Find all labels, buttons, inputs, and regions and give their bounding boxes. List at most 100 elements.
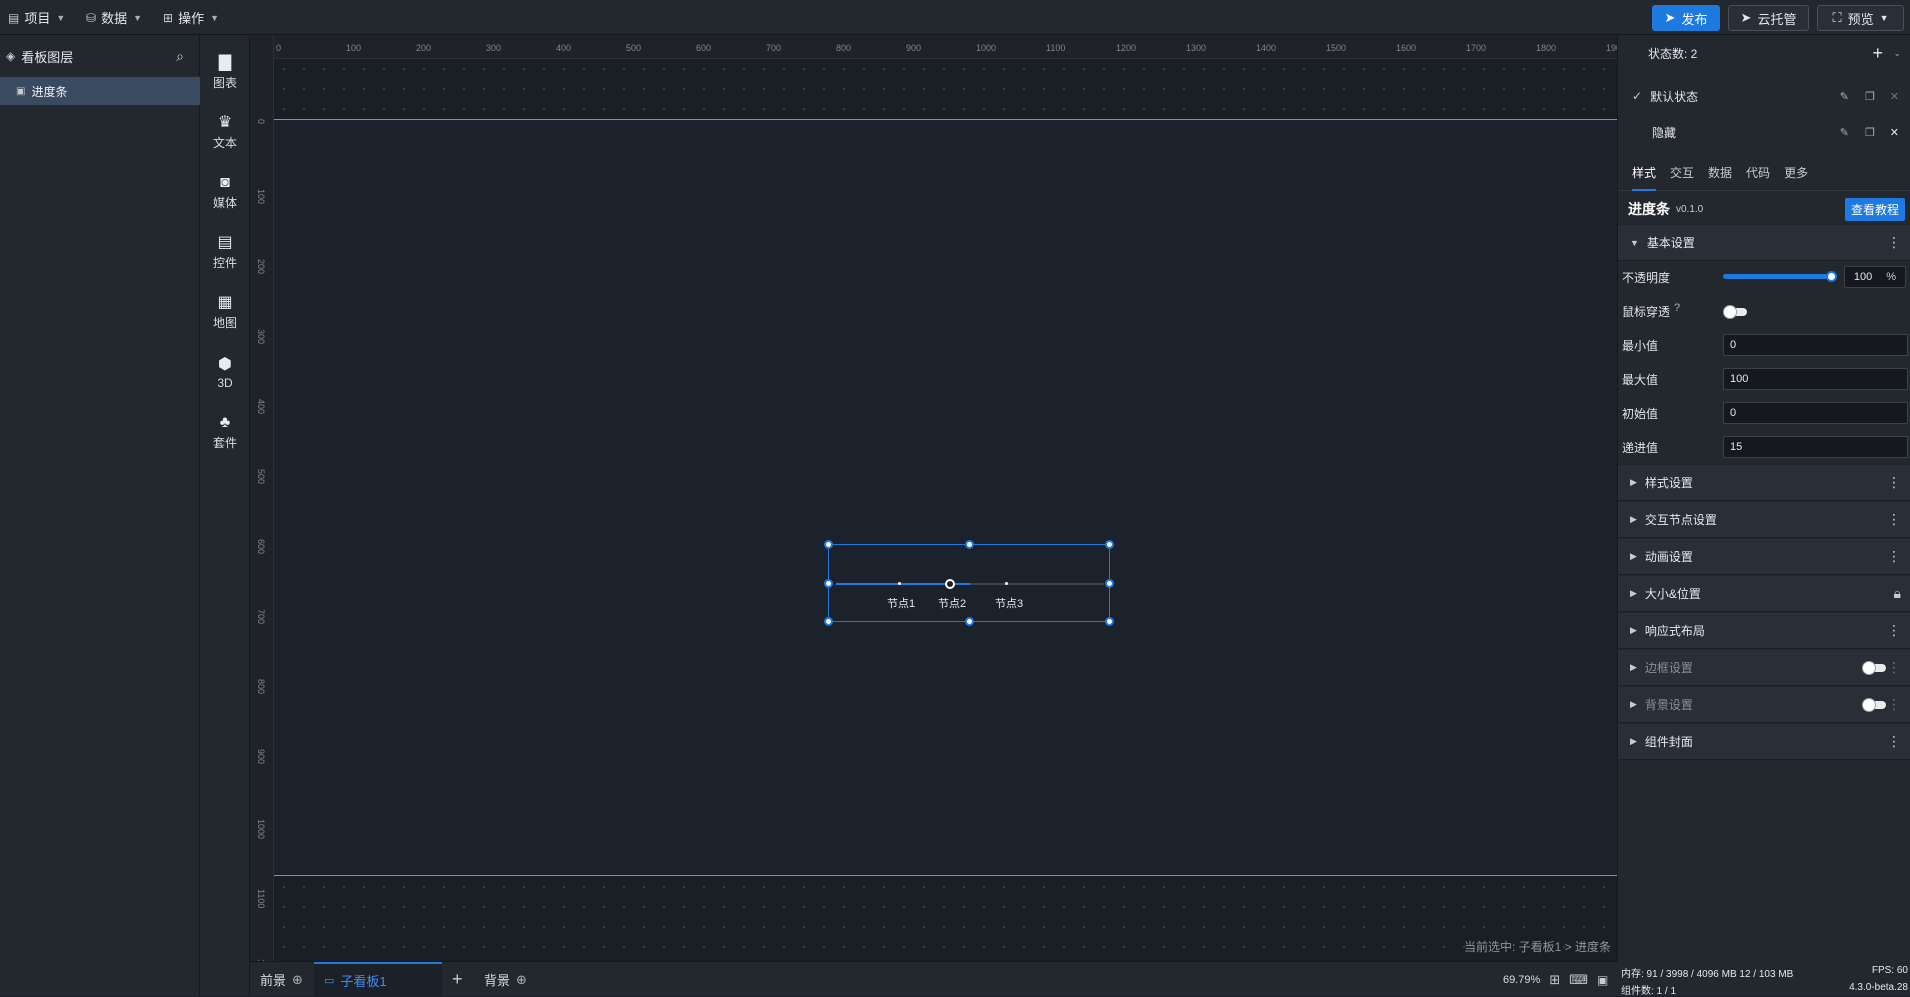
chevron-down-icon[interactable]: ⌄: [1893, 48, 1901, 59]
edit-icon[interactable]: ✎: [1840, 126, 1849, 139]
border-toggle[interactable]: [1862, 661, 1886, 675]
more-vertical-icon[interactable]: ⋮: [1887, 234, 1901, 251]
mouse-through-toggle[interactable]: [1723, 305, 1747, 319]
tutorial-button[interactable]: 查看教程: [1844, 197, 1905, 221]
state-hidden[interactable]: 隐藏 ✎ ❐ ✕: [1618, 117, 1910, 147]
cloud-hosting-label: 云托管: [1757, 11, 1797, 27]
section-responsive[interactable]: ▶ 响应式布局 ⋮: [1618, 613, 1910, 649]
media-icon: ◙: [220, 174, 230, 191]
ruler-top-label: 0: [276, 43, 282, 53]
more-vertical-icon[interactable]: ⋮: [1887, 548, 1901, 565]
tool-map[interactable]: ▦ 地图: [200, 285, 250, 341]
resize-handle-br[interactable]: [1105, 617, 1114, 626]
bar-chart-icon: ▇: [218, 54, 232, 71]
tab-more[interactable]: 更多: [1784, 164, 1808, 181]
progress-node-3[interactable]: [1005, 582, 1008, 585]
layer-item-progress[interactable]: ▣ 进度条: [0, 77, 200, 105]
more-vertical-icon[interactable]: ⋮: [1887, 474, 1901, 491]
tab-interaction[interactable]: 交互: [1670, 164, 1694, 181]
opacity-slider-thumb[interactable]: [1826, 271, 1837, 282]
tab-data[interactable]: 数据: [1708, 164, 1732, 181]
section-animation[interactable]: ▶ 动画设置 ⋮: [1618, 539, 1910, 575]
close-icon[interactable]: ✕: [1890, 126, 1899, 139]
progress-node-1[interactable]: [898, 582, 901, 585]
section-size-position[interactable]: ▶ 大小&位置 🔒︎: [1618, 576, 1910, 612]
top-toolbar: ▤ 项目 ▼ ⛁ 数据 ▼ ⊞ 操作 ▼ ➤ 发布 ➤ 云托管 ⛶ 预览 ▼: [0, 0, 1910, 35]
tool-suite[interactable]: ♣ 套件: [200, 405, 250, 461]
resize-handle-tl[interactable]: [824, 540, 833, 549]
states-count: 状态数: 2: [1648, 46, 1698, 61]
tool-media[interactable]: ◙ 媒体: [200, 165, 250, 221]
section-cover[interactable]: ▶ 组件封面 ⋮: [1618, 724, 1910, 760]
close-icon[interactable]: ✕: [1890, 90, 1899, 103]
state-default[interactable]: ✓ 默认状态 ✎ ❐ ✕: [1618, 81, 1910, 111]
more-vertical-icon[interactable]: ⋮: [1887, 659, 1901, 676]
step-input[interactable]: 15: [1723, 436, 1908, 458]
lock-icon[interactable]: 🔒︎: [1894, 585, 1901, 602]
progress-widget[interactable]: 节点1 节点2 节点3: [824, 540, 1114, 626]
tab-foreground[interactable]: 前景 ⊕: [260, 962, 303, 997]
publish-button[interactable]: ➤ 发布: [1652, 5, 1720, 31]
resize-handle-bl[interactable]: [824, 617, 833, 626]
add-circle-icon[interactable]: ⊕: [516, 972, 527, 988]
component-count: 组件数: 1 / 1: [1621, 986, 1677, 997]
caret-down-icon: ▼: [1630, 237, 1639, 248]
ruler-left-label: 1000: [256, 819, 266, 840]
min-value: 0: [1730, 339, 1737, 351]
background-toggle[interactable]: [1862, 698, 1886, 712]
section-basic[interactable]: ▼ 基本设置 ⋮: [1618, 225, 1910, 261]
resize-handle-t[interactable]: [965, 540, 974, 549]
tab-sub-board[interactable]: ▭ 子看板1: [314, 962, 442, 997]
section-border[interactable]: ▶ 边框设置 ⋮: [1618, 650, 1910, 686]
cloud-hosting-button[interactable]: ➤ 云托管: [1728, 5, 1809, 31]
tool-3d[interactable]: ⬢ 3D: [200, 345, 250, 401]
menu-operation[interactable]: ⊞ 操作 ▼: [163, 0, 219, 35]
ruler-left-label: 300: [256, 329, 266, 345]
opacity-input[interactable]: 100 %: [1844, 266, 1906, 288]
progress-node-2[interactable]: [945, 579, 955, 589]
max-input[interactable]: 100: [1723, 368, 1908, 390]
opacity-slider[interactable]: [1723, 274, 1833, 279]
more-vertical-icon[interactable]: ⋮: [1887, 511, 1901, 528]
resize-handle-b[interactable]: [965, 617, 974, 626]
tool-chart[interactable]: ▇ 图表: [200, 45, 250, 101]
min-input[interactable]: 0: [1723, 334, 1908, 356]
add-board-button[interactable]: +: [452, 962, 463, 997]
keyboard-icon[interactable]: ⌨: [1569, 972, 1588, 988]
edit-icon[interactable]: ✎: [1840, 90, 1849, 103]
section-background[interactable]: ▶ 背景设置 ⋮: [1618, 687, 1910, 723]
section-style[interactable]: ▶ 样式设置 ⋮: [1618, 465, 1910, 501]
help-icon[interactable]: ?: [1674, 302, 1680, 314]
canvas-margin-top: [274, 59, 1617, 119]
tab-background[interactable]: 背景 ⊕: [484, 962, 527, 997]
tab-style[interactable]: 样式: [1632, 154, 1657, 191]
search-icon[interactable]: ⌕: [176, 48, 184, 65]
menu-data-label: 数据: [101, 11, 128, 26]
resize-handle-r[interactable]: [1105, 579, 1114, 588]
menu-data[interactable]: ⛁ 数据 ▼: [86, 0, 142, 35]
more-vertical-icon[interactable]: ⋮: [1887, 622, 1901, 639]
control-icon: ▤: [217, 234, 233, 251]
copy-icon[interactable]: ❐: [1865, 90, 1875, 103]
resize-handle-l[interactable]: [824, 579, 833, 588]
section-interaction-nodes[interactable]: ▶ 交互节点设置 ⋮: [1618, 502, 1910, 538]
menu-project[interactable]: ▤ 项目 ▼: [8, 0, 65, 35]
more-vertical-icon[interactable]: ⋮: [1887, 733, 1901, 750]
canvas-area[interactable]: 0 100 200 300 400 500 600 700 800 900 1000 1100 1200…: [250, 35, 1617, 961]
tab-code[interactable]: 代码: [1746, 164, 1770, 181]
zoom-level[interactable]: 69.79%: [1503, 974, 1540, 986]
component-header: 进度条 v0.1.0 查看教程: [1618, 191, 1910, 227]
file-icon: ▤: [8, 10, 20, 25]
more-vertical-icon[interactable]: ⋮: [1887, 696, 1901, 713]
fit-screen-icon[interactable]: ⊞: [1549, 972, 1560, 988]
add-circle-icon[interactable]: ⊕: [292, 972, 303, 988]
terminal-icon[interactable]: ▣: [1597, 973, 1608, 987]
tool-text[interactable]: ♛ 文本: [200, 105, 250, 161]
resize-handle-tr[interactable]: [1105, 540, 1114, 549]
tool-control[interactable]: ▤ 控件: [200, 225, 250, 281]
init-input[interactable]: 0: [1723, 402, 1908, 424]
add-state-icon[interactable]: +: [1872, 43, 1883, 64]
copy-icon[interactable]: ❐: [1865, 126, 1875, 139]
sub-board[interactable]: 节点1 节点2 节点3: [274, 119, 1617, 876]
preview-button[interactable]: ⛶ 预览 ▼: [1817, 5, 1904, 31]
